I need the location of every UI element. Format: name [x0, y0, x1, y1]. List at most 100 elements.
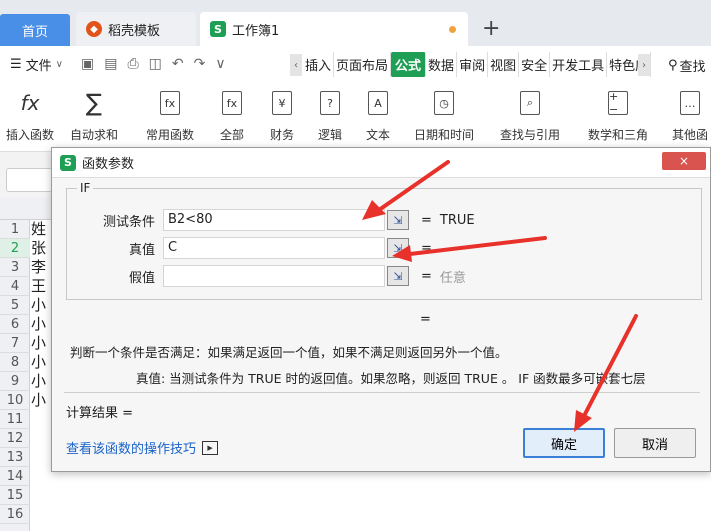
new-tab-button[interactable]: +	[482, 16, 500, 41]
chevron-down-icon: ∨	[55, 58, 63, 70]
row-number[interactable]: 14	[0, 467, 30, 486]
cell[interactable]: 姓	[31, 220, 46, 239]
star-fx-icon: fx	[160, 88, 180, 118]
help-link[interactable]: 查看该函数的操作技巧 ▶	[66, 438, 219, 457]
print-preview-icon[interactable]: ◫	[149, 56, 162, 72]
row-number[interactable]: 5	[0, 296, 30, 315]
range-select-icon[interactable]: ⇲	[387, 266, 409, 286]
export-pdf-icon[interactable]: ▤	[104, 56, 117, 72]
ribbon-button[interactable]: fx 常用函数	[146, 88, 194, 143]
ribbon-button[interactable]: fx 全部	[220, 88, 244, 143]
fx-icon: fx	[20, 91, 40, 115]
other-fx-icon: …	[680, 88, 700, 118]
test-condition-input[interactable]: B2<80	[163, 209, 385, 231]
ribbon-button-label: 逻辑	[318, 128, 343, 142]
row-number[interactable]: 9	[0, 372, 30, 391]
more-icon[interactable]: ∨	[215, 56, 225, 72]
undo-icon[interactable]: ↶	[172, 56, 184, 72]
row-number[interactable]: 3	[0, 258, 30, 277]
row-number[interactable]: 6	[0, 315, 30, 334]
cell[interactable]: 王	[31, 277, 46, 296]
row-number[interactable]: 7	[0, 334, 30, 353]
name-box[interactable]	[6, 168, 56, 192]
row-number[interactable]: 8	[0, 353, 30, 372]
save-icon[interactable]: ▣	[81, 56, 94, 72]
arg-result: TRUE	[439, 212, 475, 228]
ribbon-button-label: 财务	[270, 128, 295, 142]
close-button[interactable]: ×	[662, 152, 706, 170]
range-select-icon[interactable]: ⇲	[387, 210, 409, 230]
row-number[interactable]: 2	[0, 239, 30, 258]
ribbon-button[interactable]: ◷ 日期和时间	[414, 88, 474, 143]
spreadsheet-icon: S	[60, 154, 76, 171]
cell[interactable]: 小	[31, 353, 46, 372]
ribbon-button-label: 自动求和	[70, 128, 119, 142]
range-select-icon[interactable]: ⇲	[387, 238, 409, 258]
ribbon-tab[interactable]: 审阅	[457, 52, 489, 77]
menu-bar: ☰ 文件 ∨ ▣ ▤ ⎙ ◫ ↶ ↷ ∨ ‹ 插入 页面布局 公式 数据 审阅 视图 安全开…	[0, 46, 711, 82]
ribbon-tab[interactable]: 开发工具	[550, 52, 608, 77]
file-menu[interactable]: ☰ 文件 ∨	[10, 55, 63, 74]
row-number[interactable]: 1	[0, 220, 30, 239]
row-number[interactable]: 12	[0, 429, 30, 448]
tab-workbook[interactable]: S 工作簿1	[200, 12, 468, 46]
tab-home-label: 首页	[21, 24, 48, 40]
ribbon-button[interactable]: +− 数学和三角	[588, 88, 648, 143]
tab-docer-templates[interactable]: ◆ 稻壳模板	[76, 12, 196, 46]
ribbon-button[interactable]: ∑ 自动求和	[70, 88, 118, 143]
arg-row-true: 真值 C ⇲ =	[67, 237, 703, 259]
redo-icon[interactable]: ↷	[194, 56, 206, 72]
ribbon-tab[interactable]: 页面布局	[334, 52, 392, 77]
ribbon-scroll-right[interactable]: ›	[638, 54, 650, 76]
ribbon-button[interactable]: ¥ 财务	[270, 88, 294, 143]
ribbon-button[interactable]: ? 逻辑	[318, 88, 342, 143]
arg-row-false: 假值 ⇲ = 任意	[67, 265, 703, 287]
hamburger-icon: ☰	[10, 56, 22, 72]
cell[interactable]: 李	[31, 258, 46, 277]
row-number[interactable]: 10	[0, 391, 30, 410]
ribbon-button-label: 常用函数	[146, 128, 195, 142]
ribbon-tab[interactable]: 安全	[519, 52, 551, 77]
dialog-title: 函数参数	[82, 157, 135, 172]
row-number[interactable]: 4	[0, 277, 30, 296]
equals-sign: =	[421, 268, 432, 284]
ribbon-button[interactable]: ⌕ 查找与引用	[500, 88, 560, 143]
row-number[interactable]: 13	[0, 448, 30, 467]
cell[interactable]: 小	[31, 391, 46, 410]
ribbon-tab[interactable]: 插入	[303, 52, 335, 77]
true-value-input[interactable]: C	[163, 237, 385, 259]
ribbon-button-label: 查找与引用	[500, 128, 561, 142]
function-description: 判断一个条件是否满足：如果满足返回一个值，如果不满足则返回另外一个值。	[70, 345, 508, 360]
false-value-input[interactable]	[163, 265, 385, 287]
math-icon: +−	[608, 88, 628, 118]
close-icon: ×	[678, 154, 690, 168]
divider	[64, 392, 700, 393]
cancel-button[interactable]: 取消	[614, 428, 696, 458]
ribbon-tab[interactable]: 公式	[391, 52, 427, 77]
ribbon-button[interactable]: A 文本	[366, 88, 390, 143]
cell[interactable]: 小	[31, 372, 46, 391]
ribbon-button[interactable]: … 其他函	[672, 88, 708, 143]
row-header: 1 2 3 4 5 6 7 8 9 10 11 12 13 14 15 16	[0, 220, 30, 531]
row-number[interactable]: 16	[0, 505, 30, 524]
ribbon-button[interactable]: fx 插入函数	[6, 88, 54, 143]
tab-workbook-label: 工作簿1	[232, 23, 280, 39]
ribbon-scroll-left[interactable]: ‹	[290, 54, 302, 76]
row-number[interactable]: 11	[0, 410, 30, 429]
cell[interactable]: 小	[31, 296, 46, 315]
lookup-icon: ⌕	[520, 88, 540, 118]
cell[interactable]: 小	[31, 315, 46, 334]
text-icon: A	[368, 88, 388, 118]
print-icon[interactable]: ⎙	[127, 56, 138, 72]
ribbon-tab[interactable]: 视图	[488, 52, 520, 77]
search-menu[interactable]: ⚲ 查找	[668, 56, 706, 75]
ok-button[interactable]: 确定	[523, 428, 605, 458]
cell[interactable]: 小	[31, 334, 46, 353]
tab-home[interactable]: 首页	[0, 14, 70, 46]
ribbon-tab[interactable]: 数据	[426, 52, 458, 77]
dialog-titlebar: S 函数参数	[52, 148, 710, 178]
search-label: 查找	[679, 60, 706, 75]
formula-ribbon: fx 插入函数 ∑ 自动求和 fx 常用函数 fx 全部 ¥ 财务 ? 逻辑 A 文本 ◷ 日期和时间 ⌕ 查找与…	[0, 82, 711, 152]
row-number[interactable]: 15	[0, 486, 30, 505]
cell[interactable]: 张	[31, 239, 46, 258]
